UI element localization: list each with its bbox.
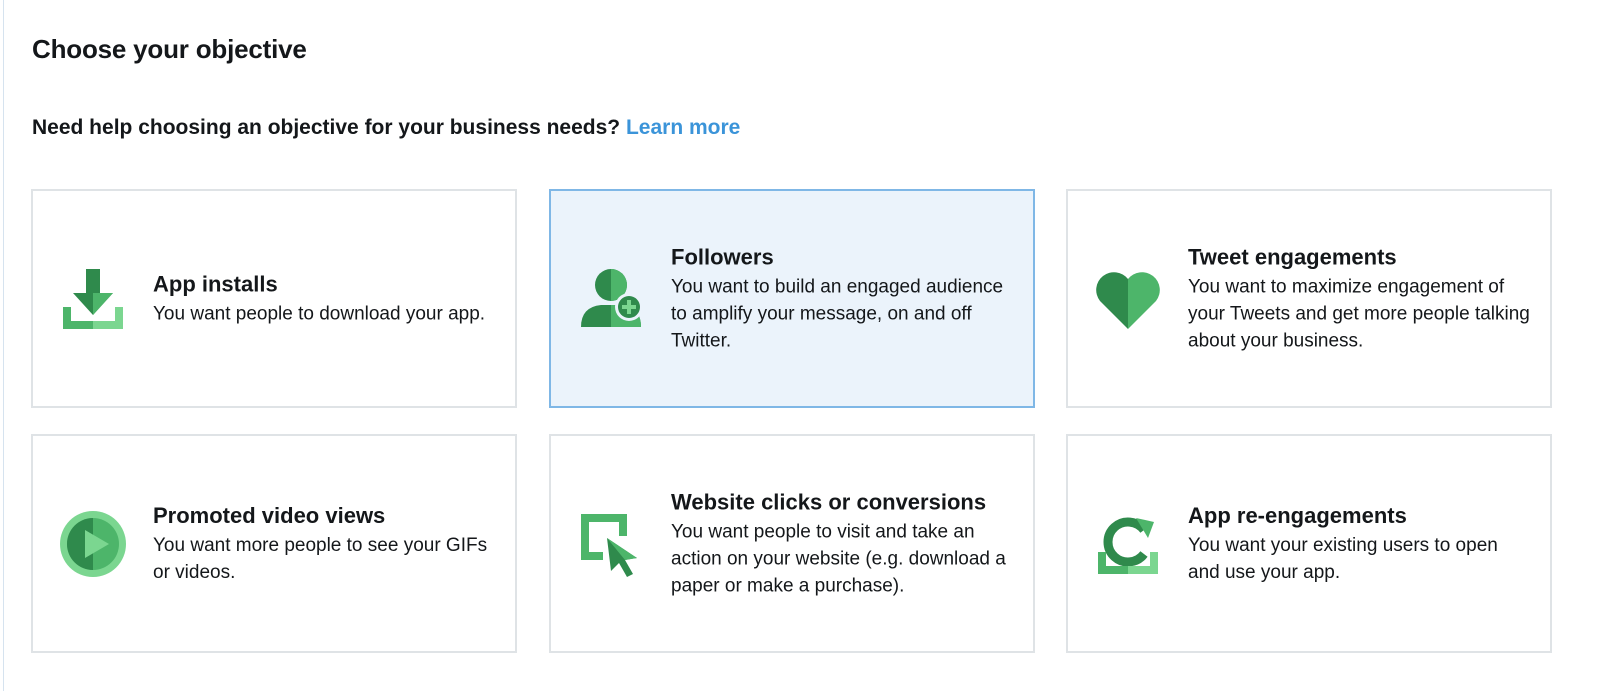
objective-text: Followers You want to build an engaged a… [671, 243, 1015, 354]
download-icon [57, 263, 129, 335]
objective-description: You want your existing users to open and… [1188, 534, 1498, 583]
objective-text: App installs You want people to download… [153, 270, 497, 327]
objective-title: Followers [671, 244, 774, 269]
objective-description: You want to build an engaged audience to… [671, 276, 1004, 351]
objective-title: Website clicks or conversions [671, 489, 987, 514]
objective-card-website-clicks[interactable]: Website clicks or conversions You want p… [549, 434, 1035, 653]
objective-page: Choose your objective Need help choosing… [0, 0, 1600, 691]
help-text-row: Need help choosing an objective for your… [32, 116, 740, 140]
refresh-app-icon [1092, 508, 1164, 580]
objective-card-app-installs[interactable]: App installs You want people to download… [31, 189, 517, 408]
left-border [3, 0, 4, 691]
objective-text: Website clicks or conversions You want p… [671, 488, 1015, 599]
objective-text: Promoted video views You want more peopl… [153, 502, 497, 586]
objective-title: App installs [153, 271, 278, 296]
page-title: Choose your objective [32, 34, 307, 64]
objective-text: App re-engagements You want your existin… [1188, 502, 1532, 586]
objective-description: You want people to visit and take an act… [671, 521, 1006, 596]
objective-title: App re-engagements [1188, 502, 1407, 528]
add-follower-icon [575, 263, 647, 335]
objective-description: You want more people to see your GIFs or… [153, 534, 488, 583]
objective-card-followers[interactable]: Followers You want to build an engaged a… [549, 189, 1035, 408]
objective-description: You want to maximize engagement of your … [1188, 276, 1530, 351]
objective-card-app-re-engagements[interactable]: App re-engagements You want your existin… [1066, 434, 1552, 653]
objective-description: You want people to download your app. [153, 303, 486, 324]
objective-card-promoted-video-views[interactable]: Promoted video views You want more peopl… [31, 434, 517, 653]
objective-title: Promoted video views [153, 502, 386, 528]
play-video-icon [57, 508, 129, 580]
help-text: Need help choosing an objective for your… [32, 116, 621, 139]
objective-text: Tweet engagements You want to maximize e… [1188, 243, 1532, 354]
heart-icon [1092, 263, 1164, 335]
cursor-click-icon [575, 508, 647, 580]
objective-title: Tweet engagements [1188, 244, 1397, 269]
objective-card-tweet-engagements[interactable]: Tweet engagements You want to maximize e… [1066, 189, 1552, 408]
learn-more-link[interactable]: Learn more [626, 116, 740, 139]
